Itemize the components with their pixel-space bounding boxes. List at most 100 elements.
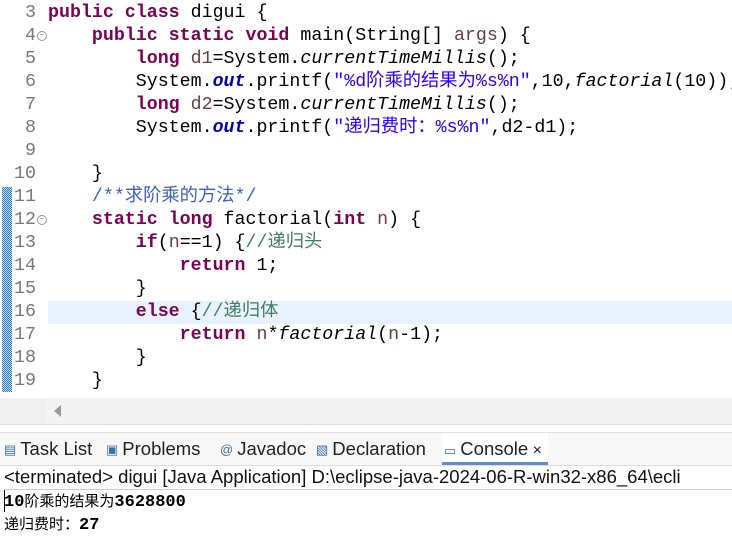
line-number: 3 — [25, 3, 36, 23]
tab-task-list[interactable]: ▤ Task List — [4, 433, 92, 465]
code-editor[interactable]: 3 public class digui {4− public static vo… — [0, 0, 732, 396]
token: ,10, — [530, 72, 575, 92]
task-list-icon: ▤ — [4, 442, 17, 458]
token-cm: //递归体 — [201, 302, 279, 322]
javadoc-icon: @ — [220, 442, 234, 458]
console-status: <terminated> digui [Java Application] D:… — [4, 465, 732, 490]
view-tabs: ▤ Task List ▣ Problems @ Javadoc ▧ Declaration ▭… — [0, 432, 732, 466]
code-text: /**求阶乘的方法*/ — [48, 186, 257, 209]
code-text: System.out.printf("递归费时：%s%n",d2-d1); — [48, 117, 579, 140]
tab-problems[interactable]: ▣ Problems — [106, 433, 200, 465]
code-line[interactable]: 9 — [0, 140, 732, 163]
line-number: 10 — [14, 164, 36, 184]
token-fld: out — [212, 118, 246, 138]
token-var: n — [366, 210, 389, 230]
token-sm: currentTimeMillis — [300, 49, 487, 69]
code-text: System.out.printf("%d阶乘的结果为%s%n",10,fact… — [48, 71, 732, 94]
code-text: return 1; — [48, 255, 279, 278]
code-line[interactable]: 4− public static void main(String[] args… — [0, 25, 732, 48]
problems-icon: ▣ — [106, 442, 119, 458]
token: 1; — [245, 256, 279, 276]
console-output-line: 10阶乘的结果为3628800 — [4, 490, 186, 512]
fold-toggle-icon[interactable]: − — [37, 215, 47, 225]
token: ==1) { — [179, 233, 246, 253]
tab-javadoc[interactable]: @ Javadoc — [220, 433, 306, 465]
scroll-left-icon[interactable] — [54, 405, 61, 417]
code-line[interactable]: 7 long d2=System.currentTimeMillis(); — [0, 94, 732, 117]
code-line[interactable]: 18 } — [0, 347, 732, 370]
token: ) { — [388, 210, 422, 230]
token: * — [267, 325, 279, 345]
token-var: n — [245, 325, 268, 345]
code-text: } — [48, 163, 103, 186]
code-line[interactable]: 5 long d1=System.currentTimeMillis(); — [0, 48, 732, 71]
horizontal-scrollbar[interactable] — [0, 398, 732, 425]
token-var: d1 — [179, 49, 213, 69]
close-icon[interactable]: × — [528, 442, 542, 459]
output-text: 递归费时： — [4, 515, 80, 533]
line-number: 11 — [14, 187, 36, 207]
code-line[interactable]: 19 } — [0, 370, 732, 393]
token: System. — [48, 72, 213, 92]
token: System. — [48, 118, 213, 138]
token: factorial( — [223, 210, 334, 230]
token: (); — [486, 49, 520, 69]
code-line[interactable]: 11 /**求阶乘的方法*/ — [0, 186, 732, 209]
code-line[interactable]: 13 if(n==1) {//递归头 — [0, 232, 732, 255]
tab-console[interactable]: ▭ Console × — [442, 433, 548, 465]
token-sm: factorial — [278, 325, 378, 345]
console-output-line: 递归费时：27 — [4, 513, 99, 535]
line-number: 18 — [14, 348, 36, 368]
code-text: long d1=System.currentTimeMillis(); — [48, 48, 520, 71]
token: (); — [486, 95, 520, 115]
token: ( — [377, 325, 389, 345]
token: ) { — [497, 26, 531, 46]
code-line[interactable]: 16 else {//递归体 — [14, 301, 732, 324]
line-number: 4 — [25, 26, 36, 46]
token: main(String[] — [300, 26, 454, 46]
output-number: 10 — [4, 493, 25, 512]
code-line[interactable]: 14 return 1; — [0, 255, 732, 278]
declaration-icon: ▧ — [316, 442, 329, 458]
token: ,d2-d1); — [490, 118, 579, 138]
line-number: 17 — [14, 325, 36, 345]
code-line[interactable]: 17 return n*factorial(n-1); — [0, 324, 732, 347]
line-number: 8 — [25, 118, 36, 138]
line-number: 12 — [14, 210, 36, 230]
code-text: } — [48, 347, 147, 370]
line-number: 19 — [14, 371, 36, 391]
fold-toggle-icon[interactable]: − — [37, 31, 47, 41]
token: } — [48, 371, 103, 391]
token: ( — [157, 233, 169, 253]
token-kw: public static void — [91, 26, 301, 46]
token: } — [48, 164, 103, 184]
code-line[interactable]: 6 System.out.printf("%d阶乘的结果为%s%n",10,fa… — [0, 71, 732, 94]
code-line[interactable]: 15 } — [0, 278, 732, 301]
token-sm: factorial — [574, 72, 674, 92]
token-kw: long — [135, 49, 180, 69]
code-line[interactable]: 12− static long factorial(int n) { — [0, 209, 732, 232]
code-line[interactable]: 10 } — [0, 163, 732, 186]
scrollbar-track[interactable] — [46, 398, 732, 424]
token-cm: //递归头 — [245, 233, 323, 253]
code-line[interactable]: 8 System.out.printf("递归费时：%s%n",d2-d1); — [0, 117, 732, 140]
tab-label: Declaration — [332, 438, 426, 459]
token: } — [48, 279, 147, 299]
code-text: else {//递归体 — [48, 301, 279, 324]
line-number: 9 — [25, 141, 36, 161]
tab-declaration[interactable]: ▧ Declaration — [316, 433, 426, 465]
code-line[interactable]: 3 public class digui { — [0, 2, 732, 25]
token-var: d2 — [179, 95, 213, 115]
token-kw: return — [179, 256, 246, 276]
code-text: return n*factorial(n-1); — [48, 324, 443, 347]
token-str: "递归费时：%s%n" — [333, 118, 491, 138]
tab-label: Console — [460, 438, 529, 459]
output-text: 阶乘的结果为 — [24, 492, 115, 510]
code-text: public class digui { — [48, 2, 267, 25]
